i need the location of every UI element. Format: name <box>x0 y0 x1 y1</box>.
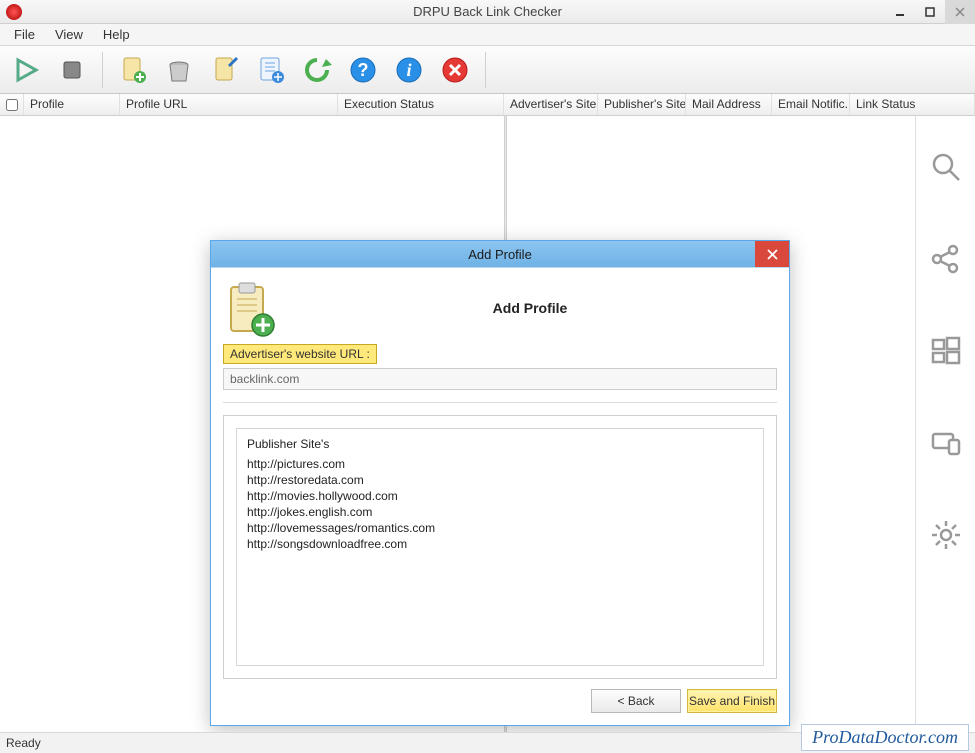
settings-icon[interactable] <box>925 514 967 556</box>
divider <box>223 402 777 403</box>
share-icon[interactable] <box>925 238 967 280</box>
dialog-close-button[interactable] <box>755 241 789 267</box>
dialog-titlebar[interactable]: Add Profile <box>211 241 789 267</box>
publisher-sites-list[interactable]: Publisher Site's http://pictures.com htt… <box>236 428 764 666</box>
refresh-button[interactable] <box>297 51 337 89</box>
play-button[interactable] <box>6 51 46 89</box>
column-profile-url[interactable]: Profile URL <box>120 94 338 115</box>
list-item[interactable]: http://songsdownloadfree.com <box>247 537 753 551</box>
clipboard-add-icon <box>223 281 271 335</box>
back-button[interactable]: < Back <box>591 689 681 713</box>
publisher-sites-header: Publisher Site's <box>247 437 753 451</box>
svg-text:i: i <box>406 60 411 80</box>
list-item[interactable]: http://movies.hollywood.com <box>247 489 753 503</box>
column-checkbox[interactable] <box>0 94 24 115</box>
add-profile-button[interactable] <box>113 51 153 89</box>
about-button[interactable]: i <box>389 51 429 89</box>
start-icon[interactable] <box>925 330 967 372</box>
window-titlebar: DRPU Back Link Checker <box>0 0 975 24</box>
list-item[interactable]: http://jokes.english.com <box>247 505 753 519</box>
options-button[interactable] <box>251 51 291 89</box>
devices-icon[interactable] <box>925 422 967 464</box>
toolbar-separator <box>102 52 103 88</box>
select-all-checkbox[interactable] <box>6 99 18 111</box>
delete-profile-button[interactable] <box>159 51 199 89</box>
help-button[interactable]: ? <box>343 51 383 89</box>
list-item[interactable]: http://restoredata.com <box>247 473 753 487</box>
exit-button[interactable] <box>435 51 475 89</box>
column-profile[interactable]: Profile <box>24 94 120 115</box>
column-mail-address[interactable]: Mail Address <box>686 94 772 115</box>
minimize-button[interactable] <box>885 0 915 24</box>
add-profile-dialog: Add Profile Add Profile Advertiser's web… <box>210 240 790 726</box>
app-icon <box>6 4 22 20</box>
watermark: ProDataDoctor.com <box>801 724 969 751</box>
edit-profile-button[interactable] <box>205 51 245 89</box>
menu-help[interactable]: Help <box>93 25 140 44</box>
column-headers: Profile Profile URL Execution Status Adv… <box>0 94 975 116</box>
close-button[interactable] <box>945 0 975 24</box>
status-text: Ready <box>6 736 41 750</box>
menu-view[interactable]: View <box>45 25 93 44</box>
menu-file[interactable]: File <box>4 25 45 44</box>
dialog-body: Add Profile Advertiser's website URL : P… <box>211 267 789 725</box>
advertiser-url-label: Advertiser's website URL : <box>223 344 377 364</box>
list-item[interactable]: http://pictures.com <box>247 457 753 471</box>
dialog-footer: < Back Save and Finish <box>223 679 777 713</box>
list-item[interactable]: http://lovemessages/romantics.com <box>247 521 753 535</box>
dialog-heading: Add Profile <box>283 300 777 316</box>
stop-button[interactable] <box>52 51 92 89</box>
main-content: Add Profile Add Profile Advertiser's web… <box>0 116 975 732</box>
advertiser-url-input[interactable] <box>223 368 777 390</box>
menu-bar: File View Help <box>0 24 975 46</box>
right-toolbar <box>915 116 975 732</box>
publisher-sites-panel: Publisher Site's http://pictures.com htt… <box>223 415 777 679</box>
toolbar-separator <box>485 52 486 88</box>
svg-text:?: ? <box>358 60 369 80</box>
dialog-title: Add Profile <box>468 247 532 262</box>
column-publishers-site[interactable]: Publisher's Site <box>598 94 686 115</box>
maximize-button[interactable] <box>915 0 945 24</box>
column-email-notific[interactable]: Email Notific... <box>772 94 850 115</box>
search-icon[interactable] <box>925 146 967 188</box>
advertiser-url-row: Advertiser's website URL : <box>223 344 777 390</box>
window-title: DRPU Back Link Checker <box>413 4 562 19</box>
column-link-status[interactable]: Link Status <box>850 94 975 115</box>
main-toolbar: ? i <box>0 46 975 94</box>
column-execution-status[interactable]: Execution Status <box>338 94 504 115</box>
window-controls <box>885 0 975 24</box>
column-advertisers-site[interactable]: Advertiser's Site <box>504 94 598 115</box>
save-and-finish-button[interactable]: Save and Finish <box>687 689 777 713</box>
dialog-header: Add Profile <box>223 278 777 338</box>
